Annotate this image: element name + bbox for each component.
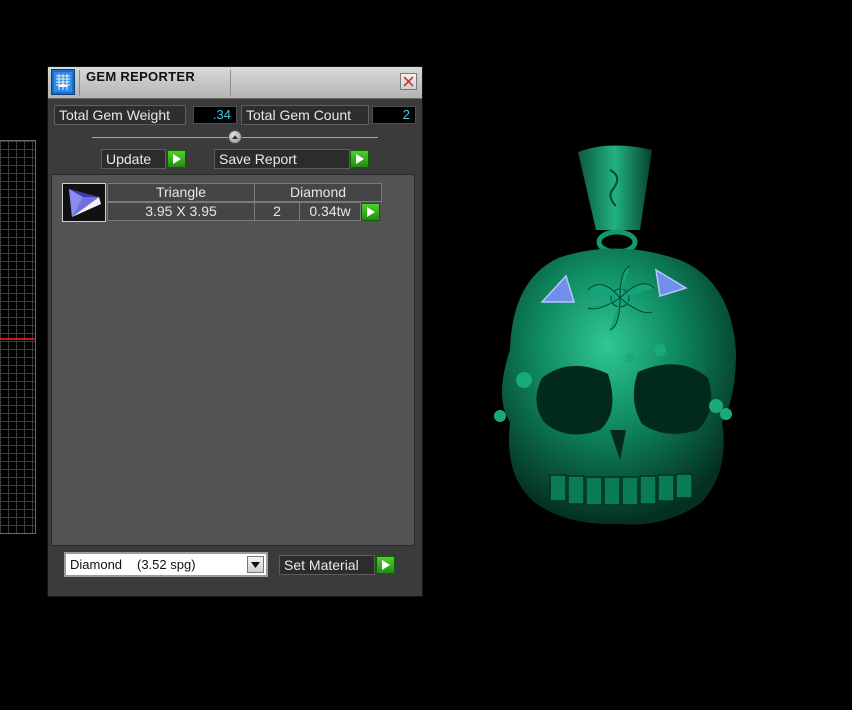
gem-list[interactable]: Triangle Diamond 3.95 X 3.95 2 0.34tw (51, 174, 415, 546)
update-go-button[interactable] (167, 150, 186, 168)
close-button[interactable] (400, 73, 417, 90)
slider-handle[interactable] (228, 130, 242, 144)
title-divider (79, 70, 80, 96)
play-arrow-icon (367, 207, 375, 217)
update-button[interactable]: Update (101, 149, 166, 169)
save-report-go-button[interactable] (350, 150, 369, 168)
set-material-button[interactable]: Set Material (279, 555, 375, 575)
set-material-go-button[interactable] (376, 556, 395, 574)
gem-shape-cell: Triangle (107, 183, 255, 202)
total-gem-weight-value: .34 (193, 106, 237, 124)
gem-material-cell: Diamond (254, 183, 382, 202)
close-icon (403, 76, 414, 87)
save-report-button[interactable]: Save Report (214, 149, 350, 169)
material-dropdown[interactable]: Diamond (3.52 spg) (64, 552, 268, 577)
viewport-grid (0, 140, 36, 534)
play-arrow-icon (382, 560, 390, 570)
set-material-button-label: Set Material (284, 557, 359, 573)
save-report-button-label: Save Report (219, 151, 297, 167)
material-spg: (3.52 spg) (137, 557, 196, 572)
material-name: Diamond (70, 557, 123, 572)
play-arrow-icon (356, 154, 364, 164)
title-divider (230, 70, 231, 96)
gem-reporter-app-icon (51, 69, 75, 95)
play-arrow-icon (173, 154, 181, 164)
title-bar[interactable]: GEM REPORTER (48, 67, 422, 99)
gem-row-go-button[interactable] (361, 203, 380, 221)
chevron-up-icon (232, 135, 238, 139)
update-button-label: Update (106, 151, 152, 167)
chevron-down-icon (251, 562, 260, 568)
window-title: GEM REPORTER (86, 69, 196, 84)
triangle-gem-icon (62, 183, 106, 222)
gem-size-cell: 3.95 X 3.95 (107, 202, 255, 221)
dropdown-arrow-button[interactable] (247, 556, 264, 573)
skull-pendant-render[interactable] (470, 130, 770, 550)
gem-count-cell: 2 (254, 202, 300, 221)
total-gem-count-value: 2 (372, 106, 416, 124)
total-gem-count-label: Total Gem Count (241, 105, 369, 125)
gem-reporter-panel: GEM REPORTER Total Gem Weight .34 Total … (47, 66, 423, 597)
viewport-axis-line (0, 338, 36, 340)
gem-weight-cell: 0.34tw (299, 202, 361, 221)
skull-pendant-model (494, 145, 736, 525)
total-gem-weight-label: Total Gem Weight (54, 105, 186, 125)
